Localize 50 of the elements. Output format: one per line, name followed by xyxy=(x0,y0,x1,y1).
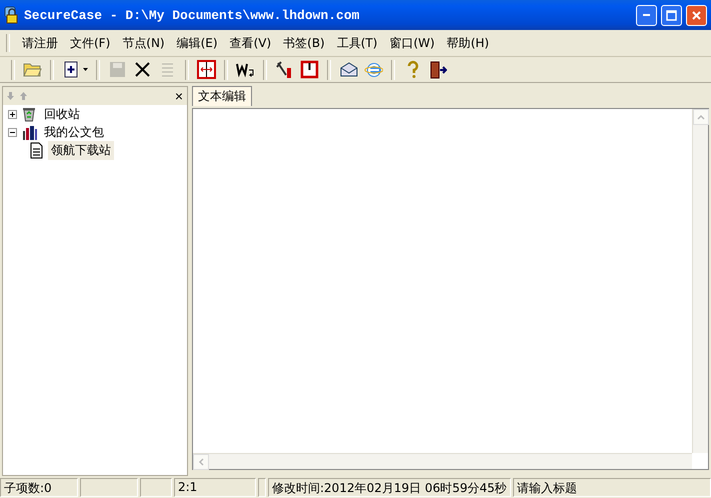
globe-icon xyxy=(364,60,383,79)
exit-door-icon xyxy=(428,60,447,79)
close-button[interactable]: × xyxy=(174,89,183,103)
lock-icon xyxy=(4,6,20,24)
plus-icon xyxy=(10,112,15,116)
split-view-icon xyxy=(197,60,216,79)
tools-icon xyxy=(275,60,294,79)
menu-item[interactable]: 查看(V) xyxy=(224,32,278,54)
scroll-left-icon xyxy=(193,454,209,470)
envelope-icon xyxy=(339,60,358,79)
maximize-button[interactable] xyxy=(661,4,682,26)
menu-item[interactable]: 书签(B) xyxy=(277,32,331,54)
caret-icon xyxy=(83,68,88,71)
scroll-up-icon xyxy=(693,109,709,125)
maximize-icon xyxy=(666,10,677,20)
frame-icon xyxy=(300,60,319,79)
delete-icon xyxy=(133,60,152,79)
status-panel xyxy=(80,478,138,497)
expand-toggle[interactable] xyxy=(8,110,17,118)
status-panel: 请输入标题 xyxy=(512,478,711,497)
close-button[interactable] xyxy=(686,4,707,26)
save-icon xyxy=(108,60,127,79)
menu-item[interactable]: 帮助(H) xyxy=(440,32,496,54)
menu-item[interactable]: 请注册 xyxy=(16,32,64,54)
minimize-button[interactable] xyxy=(636,4,657,26)
tree-item[interactable]: 回收站 xyxy=(41,104,83,124)
status-panel: 修改时间:2012年02月19日 06时59分45秒 xyxy=(268,478,511,497)
menu-item[interactable]: 节点(N) xyxy=(116,32,171,54)
up-arrow-icon xyxy=(20,92,27,100)
minimize-icon xyxy=(643,14,650,16)
minus-icon xyxy=(10,130,15,134)
menu-item[interactable]: 编辑(E) xyxy=(170,32,224,54)
status-panel: 2:1 xyxy=(174,478,256,497)
recycle-bin-icon xyxy=(20,105,38,123)
tab[interactable]: 文本编辑 xyxy=(192,86,252,106)
status-panel xyxy=(258,478,266,497)
tree-item[interactable]: 我的公文包 xyxy=(41,122,107,142)
frame-button[interactable] xyxy=(299,59,320,80)
collapse-toggle[interactable] xyxy=(8,128,17,136)
status-panel xyxy=(140,478,172,497)
menu-item[interactable]: 窗口(W) xyxy=(383,32,441,54)
tree-item[interactable]: 领航下载站 xyxy=(48,140,114,160)
split-view-button[interactable] xyxy=(196,59,217,80)
close-icon xyxy=(691,10,702,20)
window-title: SecureCase - D:\My Documents\www.lhdown.com xyxy=(24,8,360,22)
menu-item[interactable]: 工具(T) xyxy=(330,32,384,54)
status-panel: 子项数:0 xyxy=(0,478,78,497)
menu-item[interactable]: 文件(F) xyxy=(64,32,116,54)
books-icon xyxy=(20,123,38,141)
down-arrow-icon xyxy=(7,92,14,100)
